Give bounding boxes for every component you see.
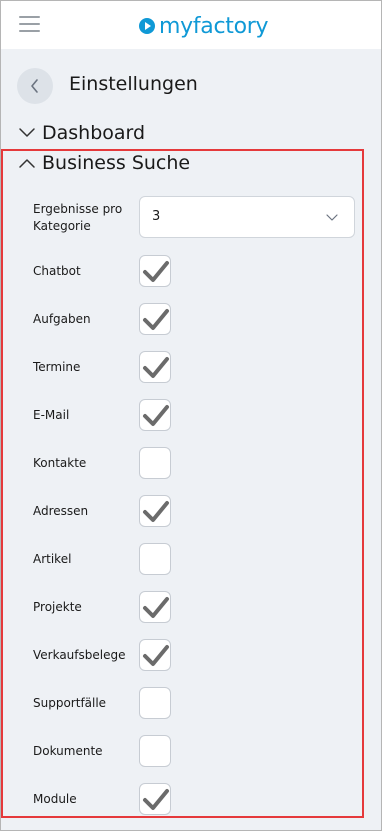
checkbox-label-supportf-lle: Supportfälle	[33, 696, 107, 710]
checkmark-icon	[143, 501, 169, 522]
checkbox-label-e-mail: E-Mail	[33, 408, 70, 422]
checkbox-label-adressen: Adressen	[33, 504, 89, 518]
checkbox-artikel[interactable]	[139, 543, 171, 575]
logo-text: myfactory	[159, 13, 269, 39]
back-button[interactable]	[17, 68, 53, 104]
checkbox-projekte[interactable]	[139, 591, 171, 623]
checkbox-label-aufgaben: Aufgaben	[33, 312, 91, 326]
checkbox-kontakte[interactable]	[139, 447, 171, 479]
hamburger-menu-icon[interactable]	[19, 16, 40, 34]
checkbox-label-module: Module	[33, 792, 77, 806]
checkmark-icon	[143, 309, 169, 330]
checkbox-label-projekte: Projekte	[33, 600, 82, 614]
play-logo-icon	[139, 18, 155, 34]
checkbox-label-artikel: Artikel	[33, 552, 72, 566]
results-per-category-select[interactable]: 3	[139, 196, 355, 238]
checkmark-icon	[143, 357, 169, 378]
checkbox-e-mail[interactable]	[139, 399, 171, 431]
checkbox-aufgaben[interactable]	[139, 303, 171, 335]
chevron-down-icon	[19, 128, 35, 137]
select-value: 3	[152, 209, 161, 224]
checkmark-icon	[143, 645, 169, 666]
checkbox-verkaufsbelege[interactable]	[139, 639, 171, 671]
section-dashboard[interactable]: Dashboard	[18, 122, 145, 144]
checkbox-adressen[interactable]	[139, 495, 171, 527]
checkbox-label-kontakte: Kontakte	[33, 456, 87, 470]
checkbox-termine[interactable]	[139, 351, 171, 383]
highlight-box	[1, 149, 364, 818]
checkmark-icon	[143, 405, 169, 426]
checkbox-chatbot[interactable]	[139, 255, 171, 287]
results-per-category-label: Ergebnisse pro Kategorie	[33, 202, 123, 233]
checkbox-label-verkaufsbelege: Verkaufsbelege	[33, 648, 126, 662]
chevron-left-icon	[31, 79, 38, 93]
checkbox-supportf-lle[interactable]	[139, 687, 171, 719]
checkmark-icon	[143, 597, 169, 618]
checkmark-icon	[143, 261, 169, 282]
app-logo: myfactory	[138, 11, 269, 41]
checkbox-dokumente[interactable]	[139, 735, 171, 767]
checkmark-icon	[143, 789, 169, 810]
checkbox-module[interactable]	[139, 783, 171, 815]
checkbox-label-chatbot: Chatbot	[33, 264, 81, 278]
chevron-down-icon	[326, 214, 338, 221]
top-bar: myfactory	[1, 1, 381, 49]
checkbox-label-termine: Termine	[33, 360, 81, 374]
checkbox-label-dokumente: Dokumente	[33, 744, 103, 758]
section-dashboard-label: Dashboard	[42, 122, 146, 144]
page-title: Einstellungen	[69, 73, 198, 95]
